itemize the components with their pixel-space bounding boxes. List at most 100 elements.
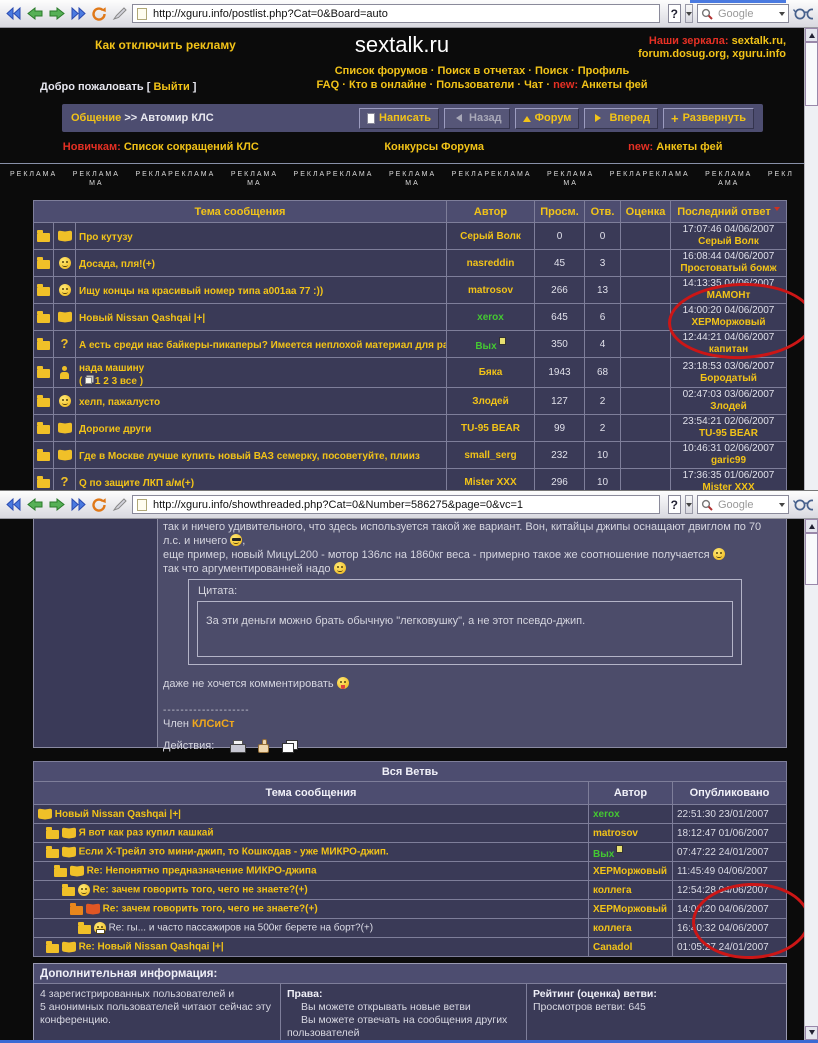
- topic-link[interactable]: Дорогие други: [79, 424, 151, 435]
- menu-link[interactable]: Кто в онлайне: [349, 79, 427, 91]
- notify-hand-icon[interactable]: [258, 739, 269, 753]
- menu-link[interactable]: Пользователи: [436, 79, 514, 91]
- navbar-button-forward[interactable]: Вперед: [584, 108, 658, 129]
- last-reply-author[interactable]: Простоватый бомж: [680, 263, 776, 274]
- topic-link[interactable]: Ищу концы на красивый номер типа a001aa …: [79, 286, 323, 297]
- forward-button[interactable]: [48, 4, 66, 24]
- address-bar[interactable]: [132, 4, 660, 23]
- mirror-link[interactable]: sextalk.ru,: [732, 35, 786, 47]
- help-dropdown[interactable]: [685, 4, 693, 23]
- last-reply-author[interactable]: ХЕРМоржовый: [691, 317, 765, 328]
- scroll-thumb[interactable]: [805, 42, 818, 106]
- last-reply-author[interactable]: Злодей: [710, 401, 747, 412]
- search-box[interactable]: [697, 495, 789, 514]
- history-back-far-button[interactable]: [5, 4, 22, 24]
- scroll-up-button[interactable]: [805, 28, 818, 42]
- menu-link[interactable]: FAQ: [317, 79, 340, 91]
- search-box[interactable]: [697, 4, 789, 23]
- author-link[interactable]: коллега: [593, 923, 632, 934]
- menu-link[interactable]: Профиль: [578, 65, 629, 77]
- author-link[interactable]: Злодей: [472, 396, 509, 407]
- author-link[interactable]: matrosov: [593, 828, 638, 839]
- scrollbar[interactable]: [804, 519, 818, 1040]
- author-link[interactable]: nasreddin: [467, 258, 515, 269]
- contests-link[interactable]: Конкурсы Форума: [322, 141, 547, 153]
- images-icon[interactable]: [282, 740, 298, 753]
- glasses-icon[interactable]: [793, 4, 813, 24]
- scroll-up-button[interactable]: [805, 519, 818, 533]
- url-input[interactable]: [151, 7, 655, 21]
- topic-link[interactable]: Q по защите ЛКП а/м(+): [79, 478, 194, 489]
- reload-button[interactable]: [91, 495, 108, 515]
- print-icon[interactable]: [230, 740, 245, 753]
- last-reply-author[interactable]: капитан: [709, 344, 748, 355]
- author-link[interactable]: matrosov: [468, 285, 513, 296]
- search-input[interactable]: [716, 498, 776, 512]
- search-input[interactable]: [716, 7, 776, 21]
- author-link[interactable]: xerox: [477, 312, 504, 323]
- glasses-icon[interactable]: [793, 495, 813, 515]
- forward-far-button[interactable]: [70, 4, 87, 24]
- mirror-link[interactable]: forum.dosug.org, xguru.info: [638, 48, 786, 60]
- thread-topic-link[interactable]: Re: гы... и часто пассажиров на 500кг бе…: [109, 923, 374, 934]
- help-dropdown[interactable]: [685, 495, 693, 514]
- last-reply-author[interactable]: TU-95 BEAR: [699, 428, 758, 439]
- author-link[interactable]: Серый Волк: [460, 231, 521, 242]
- author-link[interactable]: коллега: [593, 885, 632, 896]
- thread-topic-link[interactable]: Re: Новый Nissan Qashqai |+|: [79, 942, 224, 953]
- navbar-button-up[interactable]: Форум: [515, 108, 580, 129]
- author-link[interactable]: Бяка: [479, 367, 503, 378]
- author-link[interactable]: xerox: [593, 809, 620, 820]
- author-link[interactable]: Вых: [475, 341, 496, 352]
- author-link[interactable]: TU-95 BEAR: [461, 423, 520, 434]
- back-button[interactable]: [26, 495, 44, 515]
- last-reply-author[interactable]: Бородатый: [700, 373, 757, 384]
- navbar-button-back[interactable]: Назад: [444, 108, 510, 129]
- help-button[interactable]: ?: [668, 495, 681, 514]
- last-reply-author[interactable]: МАМОНт: [707, 290, 751, 301]
- compose-pencil-button[interactable]: [112, 4, 128, 24]
- author-link[interactable]: Вых: [593, 849, 614, 860]
- menu-link[interactable]: Поиск в отчетах: [437, 65, 525, 77]
- thread-topic-link[interactable]: Если Х-Трейл это мини-джип, то Кошкодав …: [79, 847, 389, 858]
- topic-link[interactable]: Новый Nissan Qashqai |+|: [79, 313, 205, 324]
- topic-link[interactable]: хелп, пажалусто: [79, 397, 160, 408]
- search-dropdown-icon[interactable]: [779, 503, 785, 510]
- scrollbar[interactable]: [804, 28, 818, 490]
- address-bar[interactable]: [132, 495, 660, 514]
- forward-far-button[interactable]: [70, 495, 87, 515]
- author-link[interactable]: Canadol: [593, 942, 632, 953]
- search-dropdown-icon[interactable]: [779, 12, 785, 19]
- topic-link[interactable]: Про кутузу: [79, 232, 133, 243]
- author-link[interactable]: small_serg: [464, 450, 516, 461]
- navbar-button-plus[interactable]: Развернуть: [663, 108, 754, 129]
- author-link[interactable]: Mister XXX: [464, 477, 516, 488]
- scroll-down-button[interactable]: [805, 1026, 818, 1040]
- topic-link[interactable]: нада машину: [79, 363, 144, 374]
- breadcrumb-forum-link[interactable]: Общение: [71, 112, 121, 124]
- compose-pencil-button[interactable]: [112, 495, 128, 515]
- navbar-button-write[interactable]: Написать: [359, 108, 439, 129]
- author-link[interactable]: ХЕРМоржовый: [593, 866, 667, 877]
- topic-link[interactable]: А есть среди нас байкеры-пикаперы? Имеет…: [79, 340, 447, 351]
- menu-link[interactable]: Список форумов: [335, 65, 428, 77]
- last-reply-author[interactable]: Mister XXX: [702, 482, 754, 490]
- topic-link[interactable]: Где в Москве лучше купить новый ВАЗ семе…: [79, 451, 420, 462]
- reload-button[interactable]: [91, 4, 108, 24]
- url-input[interactable]: [151, 498, 655, 512]
- thread-topic-link[interactable]: Re: зачем говорить того, чего не знаете?…: [93, 885, 308, 896]
- author-link[interactable]: ХЕРМоржовый: [593, 904, 667, 915]
- back-button[interactable]: [26, 4, 44, 24]
- thread-topic-link[interactable]: Новый Nissan Qashqai |+|: [55, 809, 181, 820]
- forward-button[interactable]: [48, 495, 66, 515]
- profiles-link[interactable]: Анкеты фей: [581, 79, 647, 91]
- profiles-link[interactable]: Анкеты фей: [656, 141, 722, 153]
- last-reply-author[interactable]: garic99: [711, 455, 746, 466]
- thread-topic-link[interactable]: Re: Непонятно предназначение МИКРО-джипа: [87, 866, 317, 877]
- menu-link[interactable]: Чат: [524, 79, 543, 91]
- abbreviations-link[interactable]: Список сокращений КЛС: [124, 141, 259, 153]
- topic-link[interactable]: Досада, пля!(+): [79, 259, 155, 270]
- history-back-far-button[interactable]: [5, 495, 22, 515]
- help-button[interactable]: ?: [668, 4, 681, 23]
- last-reply-author[interactable]: Серый Волк: [698, 236, 759, 247]
